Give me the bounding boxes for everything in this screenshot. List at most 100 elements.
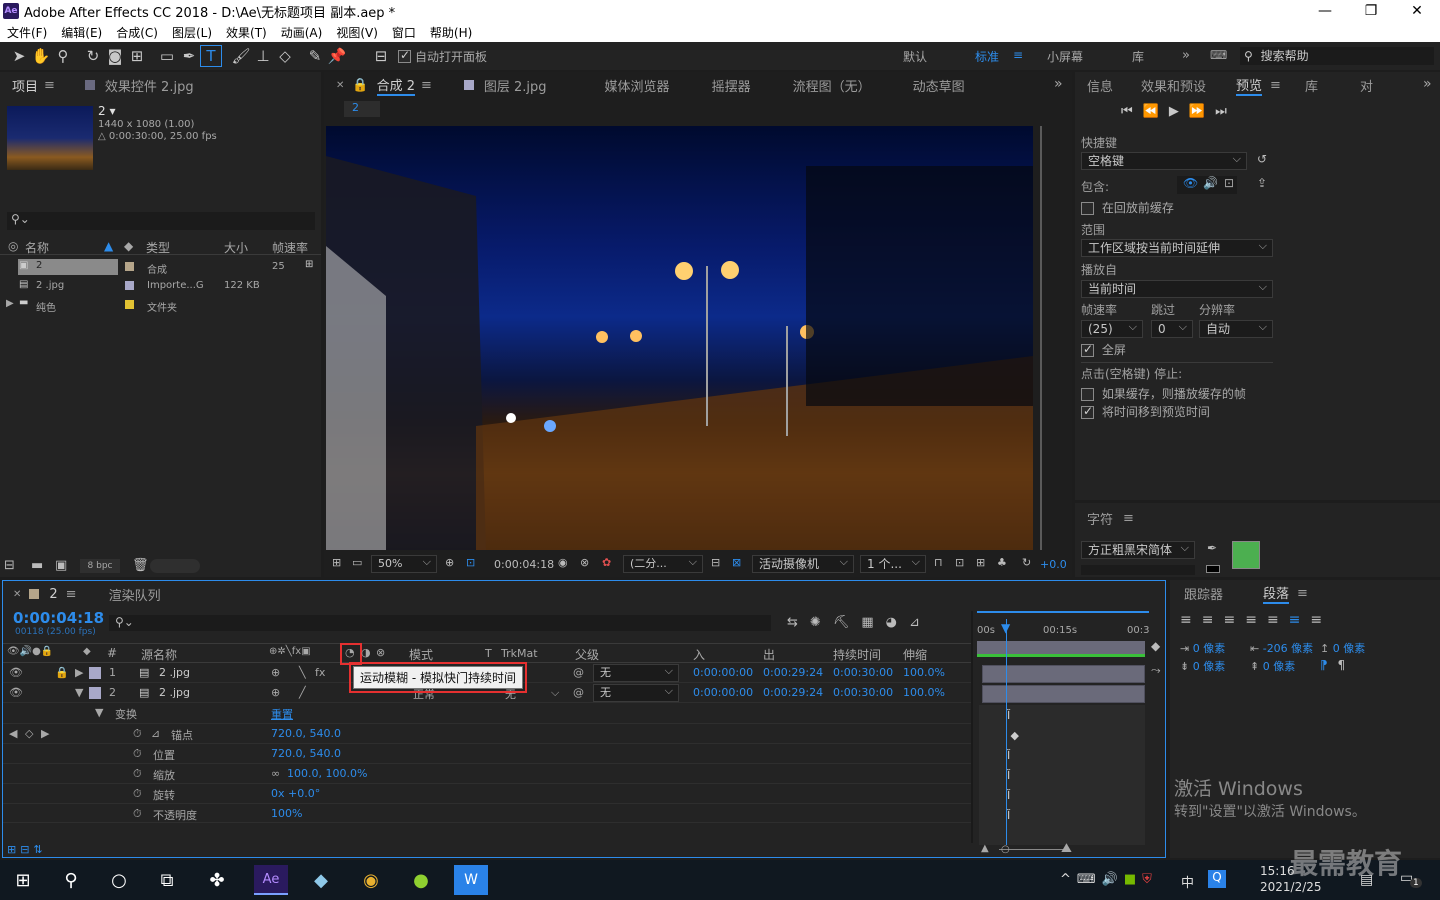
quality-switch-icon[interactable]: ╲: [299, 666, 306, 679]
indent-left-value[interactable]: 0 像素: [1193, 642, 1226, 655]
space-after-row[interactable]: ⇞ 0 像素: [1250, 658, 1295, 674]
timeline-search-input[interactable]: ⚲⌄: [109, 615, 771, 631]
tab-timeline-comp[interactable]: 2: [49, 587, 57, 602]
property-row[interactable]: ⏱ 位置 720.0, 540.0: [3, 743, 973, 763]
more-tabs-icon[interactable]: »: [1054, 76, 1063, 92]
justify-last-right-icon[interactable]: ≡: [1289, 612, 1311, 628]
justify-last-center-icon[interactable]: ≡: [1267, 612, 1289, 628]
pen-tool-icon[interactable]: ✒: [178, 45, 200, 67]
play-cached-checkbox[interactable]: [1081, 388, 1094, 401]
eraser-tool-icon[interactable]: ◇: [274, 45, 296, 67]
zoom-dropdown[interactable]: 50%: [371, 554, 437, 573]
layer-out[interactable]: 0:00:29:24: [763, 686, 823, 699]
tab-menu-icon[interactable]: ≡: [66, 587, 77, 602]
rtl-direction-icon[interactable]: ¶: [1337, 658, 1345, 672]
col-parent[interactable]: 父级: [575, 646, 599, 663]
text-tool-icon[interactable]: T: [200, 45, 222, 67]
parent-dropdown[interactable]: 无: [593, 663, 679, 682]
indent-right-value[interactable]: -206 像素: [1263, 642, 1313, 655]
indent-right-row[interactable]: ⇤ -206 像素: [1250, 640, 1313, 656]
hand-tool-icon[interactable]: ✋: [30, 45, 52, 67]
tab-media-browser[interactable]: 媒体浏览器: [605, 76, 670, 95]
tab-effect-controls[interactable]: 效果控件 2.jpg: [105, 76, 194, 95]
col-name[interactable]: 名称: [25, 239, 49, 256]
property-row[interactable]: ⏱ 不透明度 100%: [3, 803, 973, 823]
adjustment-layer-icon[interactable]: ◑: [361, 646, 371, 659]
fit-icon[interactable]: ⊕: [445, 556, 454, 569]
zoom-out-icon[interactable]: ▲: [981, 843, 989, 854]
viewer-scrollbar[interactable]: [1040, 126, 1042, 550]
camera-dropdown[interactable]: 活动摄像机: [752, 554, 854, 573]
reset-icon[interactable]: ↺: [1257, 152, 1267, 166]
zoom-slider[interactable]: ▲ ○ ⛰: [979, 841, 1145, 857]
zoom-tool-icon[interactable]: ⚲: [52, 45, 74, 67]
interpret-footage-icon[interactable]: ⊟: [4, 558, 15, 573]
new-composition-icon[interactable]: ▣: [55, 558, 67, 573]
col-out[interactable]: 出: [763, 646, 775, 663]
pan-behind-tool-icon[interactable]: ⊞: [126, 45, 148, 67]
stopwatch-icon[interactable]: ⏱: [133, 807, 142, 821]
transparency-grid-icon[interactable]: ⊠: [732, 556, 741, 569]
col-source-name[interactable]: 源名称: [141, 646, 177, 663]
visibility-icon[interactable]: 👁: [9, 666, 23, 679]
tab-info[interactable]: 信息: [1087, 76, 1113, 95]
move-time-checkbox[interactable]: [1081, 404, 1094, 419]
reset-exposure-icon[interactable]: ⊡: [955, 556, 964, 569]
frame-blending-icon[interactable]: ▦: [861, 615, 885, 630]
task-view-icon[interactable]: ⧉: [150, 865, 184, 895]
tab-align[interactable]: 对: [1360, 76, 1373, 95]
motion-blur-master-icon[interactable]: ◕: [886, 615, 909, 630]
graph-icon[interactable]: ⊿: [151, 727, 160, 740]
property-row[interactable]: ⏱ 缩放 ∞ 100.0, 100.0%: [3, 763, 973, 783]
tab-render-queue[interactable]: 渲染队列: [109, 585, 161, 604]
col-mode[interactable]: 模式: [409, 646, 433, 663]
shy-switch-icon[interactable]: ⊕: [271, 686, 280, 699]
property-value[interactable]: 100.0, 100.0%: [287, 767, 367, 780]
cache-before-option[interactable]: 在回放前缓存: [1081, 199, 1174, 216]
auto-open-checkbox[interactable]: [398, 48, 411, 63]
space-before-row[interactable]: ⇟ 0 像素: [1180, 658, 1225, 674]
export-icon[interactable]: ⇪: [1257, 176, 1267, 190]
property-value[interactable]: 720.0, 540.0: [271, 727, 341, 740]
skip-dropdown[interactable]: 0: [1151, 319, 1193, 338]
shy-icon[interactable]: ⛏: [833, 615, 862, 630]
menu-composition[interactable]: 合成(C): [109, 24, 165, 41]
constrain-proportions-icon[interactable]: ∞: [271, 767, 280, 780]
reset-link[interactable]: 重置: [271, 706, 293, 722]
chrome-icon[interactable]: ◉: [354, 865, 388, 895]
overlay-icon[interactable]: ⊡: [1224, 176, 1234, 190]
tab-paragraph[interactable]: 段落: [1263, 583, 1290, 604]
exposure-icon[interactable]: ↻: [1022, 556, 1031, 569]
add-keyframe-icon[interactable]: ◇: [25, 727, 33, 740]
toggle-pixel-icon[interactable]: ⊓: [934, 556, 943, 569]
stopwatch-icon[interactable]: ⏱: [133, 787, 142, 801]
tab-library[interactable]: 库: [1305, 76, 1318, 95]
menu-edit[interactable]: 编辑(E): [54, 24, 109, 41]
property-row[interactable]: ◀ ◇ ▶ ⏱ ⊿ 锚点 720.0, 540.0: [3, 723, 973, 743]
clone-stamp-tool-icon[interactable]: ⊥: [252, 45, 274, 67]
lock-icon[interactable]: 🔒: [352, 78, 368, 93]
media-app-icon[interactable]: ●: [404, 865, 438, 895]
files-app-icon[interactable]: ◆: [304, 865, 338, 895]
stopwatch-icon[interactable]: ⏱: [133, 727, 142, 741]
comp-marker-icon[interactable]: ◆: [1151, 639, 1160, 653]
visibility-icon[interactable]: 👁: [9, 686, 23, 699]
close-tab-icon[interactable]: ✕: [336, 80, 344, 91]
puppet-pin-tool-icon[interactable]: 📌: [326, 45, 348, 67]
ime-indicator[interactable]: 中: [1181, 872, 1194, 891]
expand-arrow-icon[interactable]: ▼: [75, 686, 83, 699]
selection-tool-icon[interactable]: ➤: [8, 45, 30, 67]
tab-composition[interactable]: 合成 2: [376, 75, 415, 96]
menu-effect[interactable]: 效果(T): [219, 24, 274, 41]
layer-marker-icon[interactable]: ⤳: [1151, 663, 1161, 678]
comp-breadcrumb[interactable]: 2: [344, 101, 380, 117]
layer-duration[interactable]: 0:00:30:00: [833, 686, 893, 699]
col-stretch[interactable]: 伸缩: [903, 646, 927, 663]
indent-left-row[interactable]: ⇥ 0 像素: [1180, 640, 1225, 656]
snapshot-icon[interactable]: ◉: [558, 556, 568, 569]
move-time-option[interactable]: 将时间移到预览时间: [1081, 403, 1210, 420]
fullscreen-checkbox[interactable]: [1081, 342, 1094, 357]
project-search-input[interactable]: ⚲⌄: [7, 212, 315, 230]
prev-frame-icon[interactable]: ⏪: [1143, 104, 1169, 119]
volume-icon[interactable]: 🔊: [1102, 872, 1124, 887]
